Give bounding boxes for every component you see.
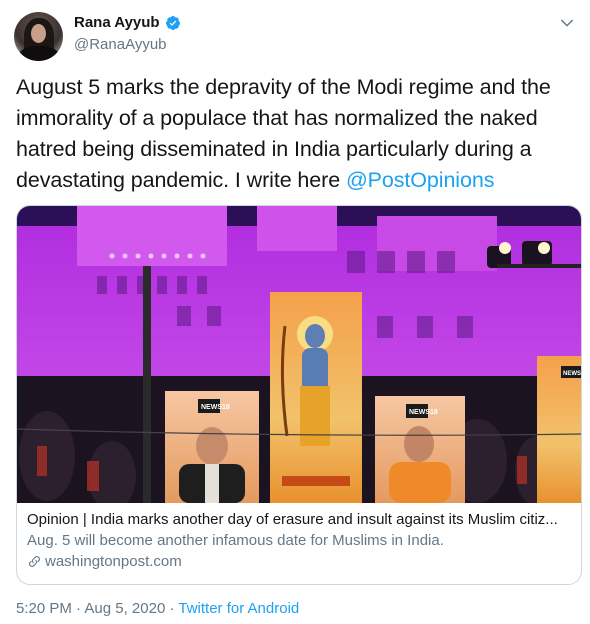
card-domain[interactable]: washingtonpost.com	[45, 553, 182, 570]
avatar[interactable]	[14, 12, 63, 61]
card-text[interactable]: Opinion | India marks another day of era…	[27, 511, 573, 570]
card-domain-row[interactable]: washingtonpost.com	[27, 553, 573, 570]
banner-label-edge: NEWS	[563, 371, 581, 377]
chevron-down-icon[interactable]	[558, 14, 576, 32]
tweet-text: August 5 marks the depravity of the Modi…	[16, 72, 582, 196]
card-description: Aug. 5 will become another infamous date…	[27, 532, 444, 549]
banner-label-left: NEWS18	[201, 404, 230, 411]
tweet-time[interactable]: 5:20 PM	[16, 600, 72, 617]
tweet-meta: 5:20 PM · Aug 5, 2020 · Twitter for Andr…	[16, 600, 299, 617]
tweet: Rana Ayyub @RanaAyyub August 5 marks the…	[0, 0, 590, 624]
link-icon	[29, 556, 40, 567]
card-image: NEWS18 NEWS18 NEWS	[17, 206, 581, 503]
author-name[interactable]: Rana Ayyub	[74, 14, 160, 31]
verified-badge-icon	[165, 15, 180, 30]
meta-separator: ·	[165, 600, 179, 617]
author-handle[interactable]: @RanaAyyub	[74, 36, 167, 53]
meta-separator: ·	[71, 600, 85, 617]
mention-link[interactable]: @PostOpinions	[346, 168, 495, 192]
author-name-row[interactable]: Rana Ayyub	[74, 14, 181, 31]
link-card[interactable]: NEWS18 NEWS18 NEWS Opinion | India marks…	[16, 205, 582, 585]
card-title[interactable]: Opinion | India marks another day of era…	[27, 511, 573, 528]
tweet-date[interactable]: Aug 5, 2020	[84, 600, 165, 617]
tweet-source[interactable]: Twitter for Android	[178, 600, 299, 617]
banner-label-right: NEWS18	[409, 409, 438, 416]
